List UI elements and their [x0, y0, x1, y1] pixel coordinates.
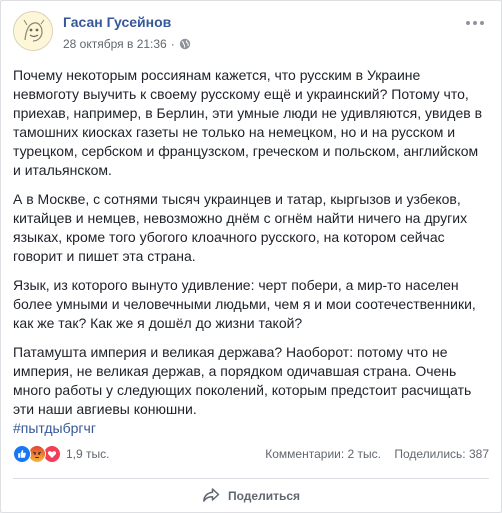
post-stats: 1,9 тыс. Комментарии: 2 тыс. Поделились:…	[13, 445, 489, 465]
post-paragraph: Почему некоторым россиянам кажется, что …	[13, 67, 483, 178]
engagement-counts: Комментарии: 2 тыс. Поделились: 387	[265, 447, 489, 461]
post-paragraph: Патамушта империя и великая держава? Нао…	[13, 344, 472, 417]
divider	[13, 478, 489, 479]
post-timestamp[interactable]: 28 октября в 21:36	[63, 37, 167, 51]
meta-separator: ·	[170, 37, 175, 51]
like-icon	[13, 445, 31, 463]
more-options-icon[interactable]	[465, 17, 485, 29]
hashtag-link[interactable]: #пытдыбргчг	[13, 419, 487, 438]
avatar[interactable]	[13, 11, 53, 51]
shares-count-link[interactable]: Поделились: 387	[394, 447, 489, 461]
post-header: Гасан Гусейнов 28 октября в 21:36 ·	[13, 11, 489, 57]
post-paragraph: А в Москве, с сотнями тысяч украинцев и …	[13, 191, 468, 264]
post-meta: 28 октября в 21:36 ·	[63, 37, 191, 51]
share-icon	[202, 487, 228, 506]
post-body: Почему некоторым россиянам кажется, что …	[13, 66, 487, 438]
post-card: Гасан Гусейнов 28 октября в 21:36 · Поче…	[0, 0, 502, 513]
author-name[interactable]: Гасан Гусейнов	[63, 14, 171, 30]
globe-icon[interactable]	[179, 38, 191, 50]
reaction-count: 1,9 тыс.	[66, 447, 110, 461]
reactions-summary[interactable]: 1,9 тыс.	[13, 445, 109, 463]
share-button-label: Поделиться	[227, 489, 301, 503]
share-button[interactable]: Поделиться	[13, 481, 489, 511]
post-paragraph: Язык, из которого вынуто удивление: черт…	[13, 277, 476, 331]
comments-count-link[interactable]: Комментарии: 2 тыс.	[265, 447, 381, 461]
